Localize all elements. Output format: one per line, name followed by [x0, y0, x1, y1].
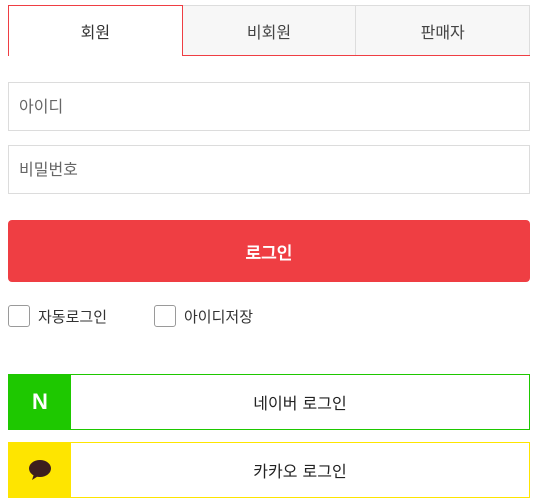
kakao-login-label: 카카오 로그인 — [253, 462, 347, 481]
checkbox-box[interactable] — [8, 305, 30, 327]
auto-login-checkbox[interactable]: 자동로그인 — [8, 305, 107, 327]
login-type-tabs: 회원 비회원 판매자 — [8, 5, 531, 56]
naver-n-icon: N — [32, 389, 48, 414]
tab-seller[interactable]: 판매자 — [356, 5, 531, 55]
kakao-login-button[interactable]: 카카오 로그인 — [8, 442, 530, 498]
checkbox-box[interactable] — [154, 305, 176, 327]
save-id-label: 아이디저장 — [184, 307, 254, 326]
naver-login-button[interactable]: N 네이버 로그인 — [8, 374, 530, 430]
login-button[interactable]: 로그인 — [8, 220, 530, 282]
id-input[interactable] — [8, 82, 530, 131]
naver-badge: N — [9, 375, 71, 429]
naver-login-label: 네이버 로그인 — [253, 394, 347, 413]
speech-bubble-icon — [29, 460, 51, 480]
password-input[interactable] — [8, 145, 530, 194]
kakao-badge — [9, 443, 71, 497]
tab-member[interactable]: 회원 — [8, 5, 183, 56]
tab-non-member[interactable]: 비회원 — [182, 5, 357, 55]
save-id-checkbox[interactable]: 아이디저장 — [154, 305, 253, 327]
auto-login-label: 자동로그인 — [38, 307, 108, 326]
